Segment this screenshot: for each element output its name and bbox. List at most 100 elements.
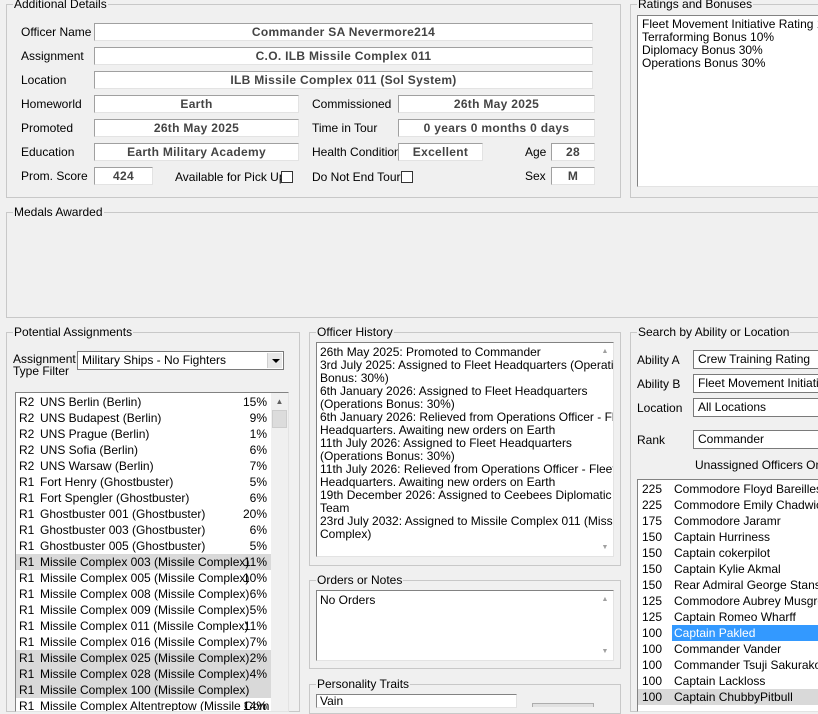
homeworld-field[interactable]: Earth: [94, 95, 299, 113]
unassigned-only-label[interactable]: Unassigned Officers Only: [695, 458, 818, 472]
list-item[interactable]: R1 Ghostbuster 001 (Ghostbuster) 20%: [16, 506, 271, 522]
location-value: All Locations: [698, 400, 767, 414]
list-item[interactable]: 100 Captain ChubbyPitbull: [638, 689, 818, 705]
health-label: Health Condition: [312, 145, 401, 159]
list-item[interactable]: R2 UNS Budapest (Berlin) 9%: [16, 410, 271, 426]
assignment-filter-value: Military Ships - No Fighters: [82, 353, 227, 367]
list-item[interactable]: R1 Missile Complex 008 (Missile Complex) 6…: [16, 586, 271, 602]
scroll-down-icon[interactable]: ▼: [599, 645, 611, 658]
orders-text: No Orders: [320, 593, 376, 607]
location-dropdown[interactable]: All Locations: [693, 398, 818, 417]
list-item[interactable]: R2 UNS Berlin (Berlin) 15%: [16, 394, 271, 410]
list-item[interactable]: R1 Missile Complex 028 (Missile Complex) 4…: [16, 666, 271, 682]
scroll-down-icon[interactable]: ▼: [599, 541, 611, 554]
rank-dropdown[interactable]: Commander: [693, 430, 818, 449]
health-field[interactable]: Excellent: [398, 143, 483, 161]
list-item[interactable]: 100 Captain Lackloss: [638, 673, 818, 689]
pickup-checkbox[interactable]: [281, 171, 293, 183]
scroll-up-icon[interactable]: ▲: [599, 593, 611, 606]
potential-assignments-list[interactable]: R2 UNS Berlin (Berlin) 15% R2 UNS Budapest …: [15, 392, 289, 712]
pickup-label: Available for Pick Up: [175, 170, 286, 184]
list-item[interactable]: 150 Captain Hurriness: [638, 529, 818, 545]
ability-a-dropdown[interactable]: Crew Training Rating: [693, 350, 818, 369]
officer-search-results[interactable]: 225 Commodore Floyd Bareilles 225 Commodor…: [637, 479, 818, 712]
history-line: 19th December 2026: Assigned to Ceebees …: [320, 488, 612, 502]
list-item[interactable]: 150Rear Admiral George Stansber: [638, 577, 818, 593]
location-field[interactable]: ILB Missile Complex 011 (Sol System): [94, 71, 593, 89]
list-item[interactable]: 100 Commander Tsuji Sakurako: [638, 657, 818, 673]
history-scrollbar[interactable]: ▲ ▼: [599, 345, 611, 554]
assignment-filter-dropdown[interactable]: Military Ships - No Fighters: [77, 351, 284, 370]
traits-button[interactable]: [532, 703, 594, 707]
chevron-down-icon[interactable]: [267, 353, 282, 368]
officer-history-legend: Officer History: [316, 325, 394, 339]
list-item[interactable]: R1 Fort Henry (Ghostbuster) 5%: [16, 474, 271, 490]
trait-item: Vain: [320, 694, 344, 708]
sex-field[interactable]: M: [551, 167, 595, 185]
age-field[interactable]: 28: [551, 143, 595, 161]
education-field[interactable]: Earth Military Academy: [94, 143, 299, 161]
scroll-up-icon[interactable]: ▲: [271, 393, 288, 410]
ability-b-label: Ability B: [637, 377, 681, 391]
time-in-tour-field[interactable]: 0 years 0 months 0 days: [398, 119, 595, 137]
list-item[interactable]: R1 Missile Complex Altentreptow (Missile …: [16, 698, 271, 711]
list-item[interactable]: R1 Missile Complex 009 (Missile Complex) 5…: [16, 602, 271, 618]
ability-b-value: Fleet Movement Initiative: [698, 376, 818, 390]
traits-legend: Personality Traits: [316, 677, 411, 691]
sex-label: Sex: [525, 169, 546, 183]
list-item[interactable]: 175 Commodore Jaramr: [638, 513, 818, 529]
list-item[interactable]: 125Commodore Aubrey Musgrove: [638, 593, 818, 609]
list-item[interactable]: R1 Fort Spengler (Ghostbuster) 6%: [16, 490, 271, 506]
orders-legend: Orders or Notes: [316, 573, 404, 587]
officer-name-field[interactable]: Commander SA Nevermore214: [94, 23, 593, 41]
officer-history-textbox[interactable]: 26th May 2025: Promoted to Commander 3rd…: [316, 342, 614, 557]
list-item[interactable]: R1 Ghostbuster 005 (Ghostbuster) 5%: [16, 538, 271, 554]
orders-scrollbar[interactable]: ▲ ▼: [599, 593, 611, 658]
assignment-field[interactable]: C.O. ILB Missile Complex 011: [94, 47, 593, 65]
list-item[interactable]: R2 UNS Warsaw (Berlin) 7%: [16, 458, 271, 474]
list-item[interactable]: R2 UNS Prague (Berlin) 1%: [16, 426, 271, 442]
list-item[interactable]: R1 Missile Complex 003 (Missile Complex) 1…: [16, 554, 271, 570]
not-end-tour-checkbox[interactable]: [401, 171, 413, 183]
history-line: Complex): [320, 527, 372, 541]
list-item[interactable]: R1 Missile Complex 025 (Missile Complex) 2…: [16, 650, 271, 666]
list-item[interactable]: 125 Captain Romeo Wharff: [638, 609, 818, 625]
list-item[interactable]: R1 Missile Complex 100 (Missile Complex): [16, 682, 271, 698]
list-item[interactable]: 150 Captain Kylie Akmal: [638, 561, 818, 577]
ability-a-label: Ability A: [637, 353, 680, 367]
ratings-line: Operations Bonus 30%: [642, 56, 766, 70]
homeworld-label: Homeworld: [21, 97, 82, 111]
list-item[interactable]: 100 Commander Vander: [638, 641, 818, 657]
not-end-tour-label: Do Not End Tour: [312, 170, 401, 184]
list-item[interactable]: R1 Missile Complex 005 (Missile Complex) 1…: [16, 570, 271, 586]
commissioned-label: Commissioned: [312, 97, 392, 111]
potential-list-scrollbar[interactable]: ▲: [271, 393, 288, 711]
list-item[interactable]: R1 Ghostbuster 003 (Ghostbuster) 6%: [16, 522, 271, 538]
scroll-thumb[interactable]: [272, 410, 287, 428]
officer-name-label: Officer Name: [21, 25, 92, 39]
orders-textbox[interactable]: No Orders ▲ ▼: [316, 590, 614, 661]
scroll-up-icon[interactable]: ▲: [599, 345, 611, 358]
list-item[interactable]: R1 Missile Complex 011 (Missile Complex) 1…: [16, 618, 271, 634]
prom-score-field[interactable]: 424: [94, 167, 153, 185]
promoted-label: Promoted: [21, 121, 74, 135]
commissioned-field[interactable]: 26th May 2025: [398, 95, 595, 113]
prom-score-label: Prom. Score: [21, 169, 88, 183]
age-label: Age: [525, 145, 547, 159]
list-item[interactable]: 225 Commodore Emily Chadwick: [638, 497, 818, 513]
search-location-label: Location: [637, 401, 683, 415]
list-item[interactable]: R1 Missile Complex 016 (Missile Complex) 7…: [16, 634, 271, 650]
ratings-textbox[interactable]: Fleet Movement Initiative Rating 147 Ter…: [637, 15, 818, 187]
time-in-tour-label: Time in Tour: [312, 121, 378, 135]
ability-b-dropdown[interactable]: Fleet Movement Initiative: [693, 374, 818, 393]
assignment-label: Assignment: [21, 49, 84, 63]
promoted-field[interactable]: 26th May 2025: [94, 119, 299, 137]
location-label: Location: [21, 73, 67, 87]
education-label: Education: [21, 145, 75, 159]
list-item[interactable]: 150 Captain cokerpilot: [638, 545, 818, 561]
rank-label: Rank: [637, 433, 666, 447]
list-item-selected[interactable]: 100 Captain Pakled: [638, 625, 818, 641]
potential-assignments-legend: Potential Assignments: [13, 325, 134, 339]
list-item[interactable]: R2 UNS Sofia (Berlin) 6%: [16, 442, 271, 458]
list-item[interactable]: 225 Commodore Floyd Bareilles: [638, 481, 818, 497]
